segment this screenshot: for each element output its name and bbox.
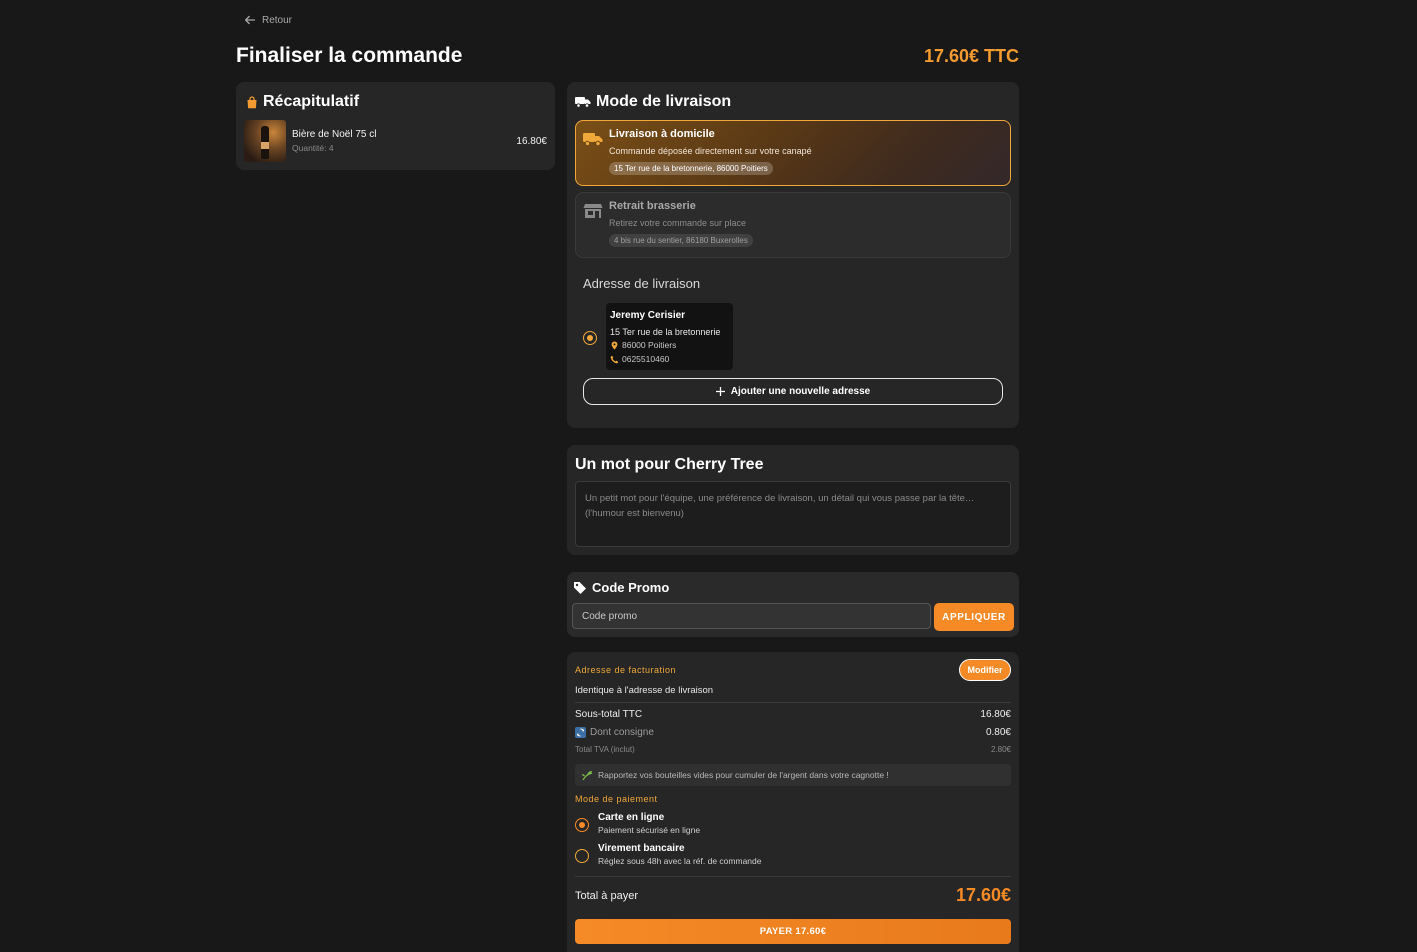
map-pin-icon	[611, 340, 618, 350]
total-label: Total à payer	[575, 890, 638, 902]
delivery-option-title: Livraison à domicile	[609, 128, 715, 140]
back-link[interactable]: Retour	[243, 13, 292, 27]
delivery-header: Mode de livraison	[575, 93, 731, 111]
deposit-value: 0.80€	[985, 727, 1011, 738]
promo-header: Code Promo	[573, 580, 669, 595]
phone-icon	[610, 355, 619, 363]
delivery-card: Mode de livraison Livraison à domicile C…	[567, 82, 1019, 428]
address-phone: 0625510460	[622, 354, 670, 364]
payment-option-card[interactable]: Carte en ligne Paiement sécurisé en lign…	[575, 812, 700, 835]
plus-icon	[715, 387, 725, 396]
product-thumbnail	[244, 120, 286, 162]
header-total: 17.60€ TTC	[923, 46, 1019, 66]
vat-row: Total TVA (inclut) 2.80€	[575, 745, 1011, 754]
promo-card: Code Promo APPLIQUER	[567, 572, 1019, 637]
delivery-option-home[interactable]: Livraison à domicile Commande déposée di…	[575, 120, 1011, 186]
divider	[575, 702, 1011, 703]
summary-title: Récapitulatif	[263, 93, 360, 110]
address-section-title: Adresse de livraison	[583, 276, 701, 291]
delivery-option-description: Commande déposée directement sur votre c…	[609, 146, 812, 156]
saved-address-card[interactable]: Jeremy Cerisier 15 Ter rue de la bretonn…	[606, 303, 733, 370]
delivery-option-title: Retrait brasserie	[609, 200, 696, 212]
truck-icon	[583, 133, 603, 147]
total-value: 17.60€	[955, 885, 1011, 905]
billing-value: Identique à l'adresse de livraison	[575, 685, 714, 696]
payment-option-transfer[interactable]: Virement bancaire Réglez sous 48h avec l…	[575, 843, 761, 866]
subtotal-label: Sous-total TTC	[575, 709, 643, 720]
divider	[575, 876, 1011, 877]
page-title: Finaliser la commande	[236, 44, 463, 67]
checkout-card: Adresse de facturation Modifier Identiqu…	[567, 652, 1019, 952]
delivery-option-pickup[interactable]: Retrait brasserie Retirez votre commande…	[575, 192, 1011, 258]
delivery-title: Mode de livraison	[596, 93, 732, 110]
payment-option-text: Virement bancaire Réglez sous 48h avec l…	[598, 843, 761, 866]
add-address-label: Ajouter une nouvelle adresse	[730, 386, 871, 397]
recycle-tip-text: Rapportez vos bouteilles vides pour cumu…	[598, 770, 889, 780]
promo-title: Code Promo	[592, 580, 670, 595]
address-radio[interactable]	[583, 331, 597, 345]
payment-label: Mode de paiement	[575, 794, 658, 804]
subtotal-row: Sous-total TTC 16.80€	[575, 709, 1011, 720]
delivery-option-address: 15 Ter rue de la bretonnerie, 86000 Poit…	[609, 162, 773, 175]
deposit-label: Dont consigne	[590, 727, 654, 738]
payment-radio[interactable]	[575, 849, 589, 863]
item-quantity: Quantité: 4	[292, 143, 334, 153]
payment-option-description: Réglez sous 48h avec la réf. de commande	[598, 856, 762, 866]
note-textarea[interactable]	[575, 481, 1011, 547]
delivery-option-address: 4 bis rue du sentier, 86180 Buxerolles	[609, 234, 753, 247]
note-card: Un mot pour Cherry Tree	[567, 445, 1019, 555]
address-name: Jeremy Cerisier	[610, 310, 686, 321]
vat-label: Total TVA (inclut)	[575, 745, 635, 754]
truck-icon	[575, 97, 591, 108]
recycle-icon	[575, 727, 586, 738]
back-label: Retour	[262, 14, 293, 26]
summary-header: Récapitulatif	[246, 93, 359, 111]
note-title: Un mot pour Cherry Tree	[575, 456, 764, 473]
billing-label: Adresse de facturation	[575, 665, 677, 675]
modify-billing-button[interactable]: Modifier	[959, 659, 1011, 681]
store-icon	[583, 204, 603, 218]
deposit-label-wrap: Dont consigne	[575, 727, 654, 738]
pay-button[interactable]: PAYER 17.60€	[575, 919, 1011, 944]
arrow-left-icon	[244, 15, 256, 25]
payment-radio[interactable]	[575, 818, 589, 832]
summary-card: Récapitulatif Bière de Noël 75 cl Quanti…	[236, 82, 555, 170]
apply-promo-button[interactable]: APPLIQUER	[934, 603, 1014, 631]
sprout-icon	[581, 770, 593, 780]
vat-value: 2.80€	[990, 745, 1011, 754]
add-address-button[interactable]: Ajouter une nouvelle adresse	[583, 378, 1003, 405]
payment-option-text: Carte en ligne Paiement sécurisé en lign…	[598, 812, 700, 835]
recycle-tip: Rapportez vos bouteilles vides pour cumu…	[575, 764, 1011, 786]
promo-code-input[interactable]	[572, 603, 931, 629]
delivery-option-description: Retirez votre commande sur place	[609, 218, 747, 228]
subtotal-value: 16.80€	[980, 709, 1011, 720]
bottle-label-shape	[261, 142, 269, 149]
address-phone-row: 0625510460	[610, 354, 669, 364]
item-name: Bière de Noël 75 cl	[292, 129, 377, 140]
payment-option-title: Carte en ligne	[598, 812, 665, 823]
item-price: 16.80€	[516, 136, 547, 147]
address-city-row: 86000 Poitiers	[610, 340, 676, 350]
deposit-row: Dont consigne 0.80€	[575, 727, 1011, 738]
address-street: 15 Ter rue de la bretonnerie	[610, 327, 721, 337]
shopping-bag-icon	[247, 95, 257, 108]
payment-option-description: Paiement sécurisé en ligne	[598, 825, 701, 835]
tag-icon	[574, 581, 586, 594]
payment-option-title: Virement bancaire	[598, 843, 685, 854]
address-city: 86000 Poitiers	[622, 340, 677, 350]
